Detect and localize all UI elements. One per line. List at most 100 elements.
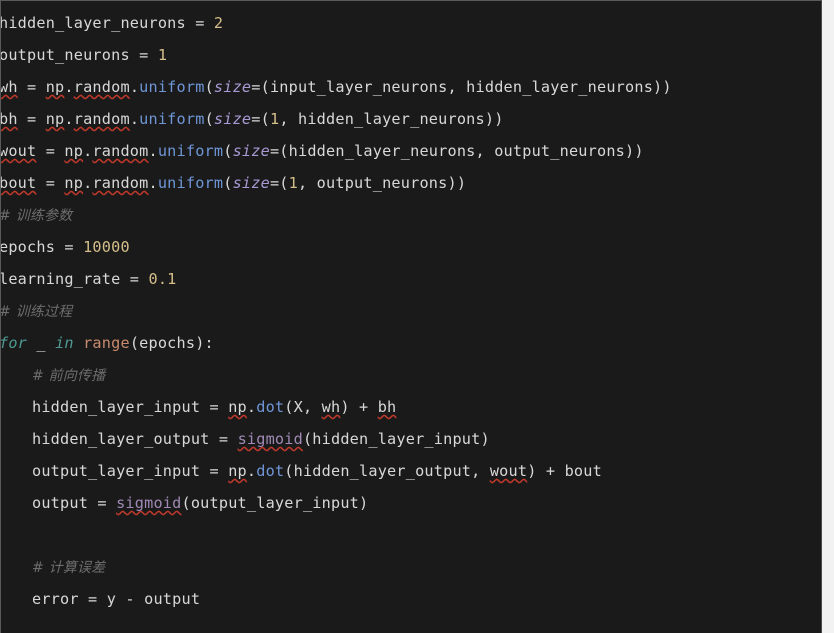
code-token: size (213, 110, 252, 128)
code-line[interactable]: # 计算误差 (1, 551, 821, 583)
code-lines-container: hidden_layer_neurons = 2 output_neurons =… (0, 7, 821, 615)
code-token: ) + (340, 398, 378, 416)
code-token-misspelled: np (45, 110, 65, 128)
code-line[interactable]: epochs = 10000 (0, 231, 821, 263)
code-token: 1 (157, 46, 168, 64)
code-token: =(input_layer_neurons, hidden_layer_neur… (251, 78, 672, 96)
code-token: . (64, 78, 74, 96)
code-token: = (36, 142, 65, 160)
code-token: _ (27, 334, 56, 352)
code-token-misspelled: np (228, 398, 247, 416)
code-line[interactable]: # 训练参数 (0, 199, 821, 231)
page-canvas: hidden_layer_neurons = 2 output_neurons =… (0, 0, 834, 633)
code-token: output = (32, 494, 117, 512)
code-token: . (129, 78, 140, 96)
code-token: =(hidden_layer_neurons, output_neurons)) (269, 142, 644, 160)
code-token: = (17, 78, 46, 96)
code-line[interactable]: bout = np.random.uniform(size=(1, output… (0, 167, 821, 199)
code-token: (epochs): (129, 334, 214, 352)
code-token: uniform (157, 142, 224, 160)
code-token: output_layer_input = (32, 462, 229, 480)
code-line[interactable]: for _ in range(epochs): (0, 327, 821, 359)
code-token: (hidden_layer_input) (302, 430, 490, 448)
code-token: ) + bout (527, 462, 602, 480)
code-line[interactable]: bh = np.random.uniform(size=(1, hidden_l… (0, 103, 821, 135)
code-token: . (129, 110, 140, 128)
code-token: (X, (284, 398, 322, 416)
code-token: size (213, 78, 252, 96)
code-token-misspelled: random (92, 142, 149, 160)
code-line[interactable]: learning_rate = 0.1 (0, 263, 821, 295)
code-token-misspelled: sigmoid (237, 430, 303, 448)
code-token: output_neurons = (0, 46, 158, 64)
code-line[interactable]: hidden_layer_neurons = 2 (0, 7, 821, 39)
code-token: dot (256, 398, 285, 416)
code-token: = (17, 110, 46, 128)
code-token: error = y - output (32, 590, 201, 608)
code-token: . (246, 398, 257, 416)
code-line[interactable]: output_neurons = 1 (0, 39, 821, 71)
code-token: size (232, 174, 270, 192)
code-token: . (246, 462, 257, 480)
code-token: (output_layer_input) (181, 494, 369, 512)
code-token: in (55, 334, 74, 352)
code-token: # 计算误差 (32, 560, 106, 576)
code-token-misspelled: wout (489, 462, 528, 480)
code-token: size (232, 142, 270, 160)
code-token: epochs = (0, 238, 84, 256)
code-token-misspelled: bh (377, 398, 397, 416)
code-token: uniform (139, 78, 205, 96)
code-token: . (148, 174, 158, 192)
code-token-misspelled: bout (0, 174, 37, 192)
code-token: for (0, 334, 28, 352)
code-token-misspelled: np (228, 462, 247, 480)
code-token: , hidden_layer_neurons)) (279, 110, 504, 128)
code-line[interactable]: # 训练过程 (0, 295, 821, 327)
code-token: uniform (139, 110, 205, 128)
code-token: hidden_layer_output = (32, 430, 238, 448)
code-line[interactable] (1, 519, 821, 551)
code-token: = (36, 174, 65, 192)
code-token: ( (223, 174, 233, 192)
code-line[interactable]: hidden_layer_output = sigmoid(hidden_lay… (1, 423, 821, 455)
code-token: ( (204, 78, 214, 96)
code-token-misspelled: wh (321, 398, 341, 416)
code-token: ( (223, 142, 233, 160)
code-token: 0.1 (148, 270, 177, 288)
code-token: learning_rate = (0, 270, 149, 288)
code-line[interactable]: wh = np.random.uniform(size=(input_layer… (0, 71, 821, 103)
code-token: hidden_layer_neurons = (0, 14, 214, 32)
code-token-misspelled: np (45, 78, 65, 96)
code-token: ( (204, 110, 214, 128)
code-line[interactable]: output_layer_input = np.dot(hidden_layer… (1, 455, 821, 487)
code-line[interactable]: output = sigmoid(output_layer_input) (1, 487, 821, 519)
code-token: (hidden_layer_output, (284, 462, 490, 480)
code-token-misspelled: random (92, 174, 149, 192)
code-block[interactable]: hidden_layer_neurons = 2 output_neurons =… (0, 0, 822, 633)
code-token: dot (256, 462, 285, 480)
code-token: # 训练过程 (0, 304, 73, 320)
code-token: 10000 (83, 238, 130, 256)
code-token: , output_neurons)) (298, 174, 467, 192)
code-token-misspelled: bh (0, 110, 18, 128)
code-token: hidden_layer_input = (32, 398, 229, 416)
code-token-misspelled: wout (0, 142, 37, 160)
code-token: # 训练参数 (0, 208, 73, 224)
code-token: =( (251, 110, 270, 128)
code-token: # 前向传播 (32, 368, 106, 384)
code-token: uniform (157, 174, 224, 192)
code-token-misspelled: wh (0, 78, 18, 96)
code-line[interactable]: hidden_layer_input = np.dot(X, wh) + bh (1, 391, 821, 423)
code-token: 2 (213, 14, 224, 32)
code-token: . (64, 110, 74, 128)
code-token: range (83, 334, 130, 352)
code-token: 1 (269, 110, 280, 128)
code-token: 1 (288, 174, 298, 192)
code-line[interactable]: # 前向传播 (1, 359, 821, 391)
code-line[interactable]: wout = np.random.uniform(size=(hidden_la… (0, 135, 821, 167)
code-token-misspelled: np (64, 174, 84, 192)
code-token: . (148, 142, 158, 160)
code-token-misspelled: random (73, 110, 130, 128)
code-line[interactable]: error = y - output (1, 583, 821, 615)
